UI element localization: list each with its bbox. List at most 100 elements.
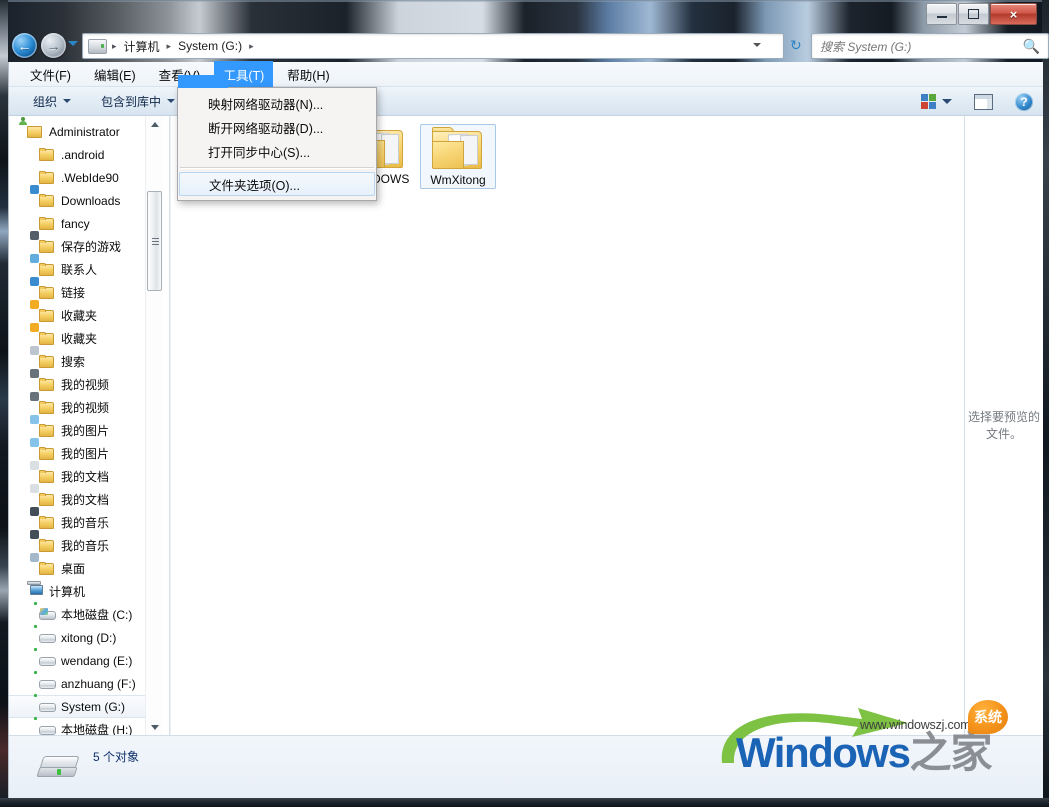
menu-file[interactable]: 文件(F) bbox=[21, 61, 80, 88]
menu-item-map-network-drive[interactable]: 映射网络驱动器(N)... bbox=[178, 91, 376, 115]
drive-icon bbox=[88, 39, 107, 54]
sidebar-item-23[interactable]: wendang (E:) bbox=[9, 649, 157, 672]
sidebar-item-label: 桌面 bbox=[61, 560, 85, 577]
sidebar-item-label: 搜索 bbox=[61, 353, 85, 370]
breadcrumb-computer[interactable]: 计算机 bbox=[122, 38, 162, 55]
minimize-button[interactable] bbox=[926, 3, 957, 25]
desktop-folder-icon bbox=[39, 562, 55, 576]
sidebar-item-label: 我的图片 bbox=[61, 422, 109, 439]
file-item[interactable]: WmXitong bbox=[420, 124, 496, 189]
toolbar: 组织 包含到库中 ? bbox=[9, 87, 1043, 116]
links-folder-icon bbox=[39, 286, 55, 300]
sidebar-item-1[interactable]: .android bbox=[9, 143, 157, 166]
user-folder-icon bbox=[27, 125, 43, 139]
music-folder-icon bbox=[39, 516, 55, 530]
breadcrumb-separator[interactable]: ▸ bbox=[244, 41, 259, 52]
chevron-down-icon[interactable] bbox=[942, 99, 952, 104]
navigation-scrollbar[interactable] bbox=[145, 116, 163, 736]
menu-item-folder-options[interactable]: 文件夹选项(O)... bbox=[179, 172, 375, 196]
organize-label: 组织 bbox=[33, 93, 57, 110]
menu-help[interactable]: 帮助(H) bbox=[278, 61, 338, 88]
view-layout-icon[interactable] bbox=[921, 94, 936, 109]
sidebar-item-0[interactable]: Administrator bbox=[9, 120, 157, 143]
include-in-library-label: 包含到库中 bbox=[101, 93, 161, 110]
recent-locations-button[interactable] bbox=[68, 41, 78, 46]
organize-button[interactable]: 组织 bbox=[25, 90, 79, 113]
pictures-folder-icon bbox=[39, 424, 55, 438]
folder-icon bbox=[39, 217, 55, 231]
breadcrumb-separator[interactable]: ▸ bbox=[162, 41, 177, 52]
maximize-icon bbox=[968, 9, 979, 19]
address-bar-row: ← → ▸ 计算机 ▸ System (G:) ▸ ↻ 搜索 System (G… bbox=[8, 30, 1042, 60]
sidebar-item-22[interactable]: xitong (D:) bbox=[9, 626, 157, 649]
breadcrumb-system-g[interactable]: System (G:) bbox=[176, 39, 244, 53]
back-arrow-icon: ← bbox=[12, 33, 37, 58]
folder-icon bbox=[39, 148, 55, 162]
chevron-down-icon bbox=[167, 99, 175, 103]
menu-item-open-sync-center[interactable]: 打开同步中心(S)... bbox=[178, 139, 376, 163]
sidebar-item-label: 我的文档 bbox=[61, 468, 109, 485]
file-list-pane[interactable]: Documents and SettingsProgram FilesWINDO… bbox=[170, 116, 965, 736]
close-button[interactable]: × bbox=[990, 3, 1037, 25]
back-button[interactable]: ← bbox=[12, 33, 37, 58]
help-icon[interactable]: ? bbox=[1015, 93, 1033, 111]
sidebar-item-label: 我的音乐 bbox=[61, 537, 109, 554]
documents-folder-icon bbox=[39, 493, 55, 507]
saved-games-folder-icon bbox=[39, 240, 55, 254]
videos-folder-icon bbox=[39, 401, 55, 415]
sidebar-item-label: 联系人 bbox=[61, 261, 97, 278]
pictures-folder-icon bbox=[39, 447, 55, 461]
drive-icon bbox=[39, 677, 55, 691]
search-box[interactable]: 搜索 System (G:) 🔍 bbox=[811, 33, 1049, 59]
file-name: WmXitong bbox=[421, 173, 495, 188]
preview-pane-icon[interactable] bbox=[974, 94, 993, 110]
tools-dropdown-menu[interactable]: 映射网络驱动器(N)... 断开网络驱动器(D)... 打开同步中心(S)...… bbox=[177, 87, 377, 201]
window-controls: × bbox=[925, 3, 1037, 25]
scroll-down-button[interactable] bbox=[146, 719, 163, 736]
contacts-folder-icon bbox=[39, 263, 55, 277]
drive-icon bbox=[39, 654, 55, 668]
sidebar-item-label: 保存的游戏 bbox=[61, 238, 121, 255]
chevron-up-icon bbox=[151, 122, 159, 127]
forward-button[interactable]: → bbox=[41, 33, 66, 58]
window-right-edge bbox=[1042, 0, 1049, 798]
sidebar-item-26[interactable]: 本地磁盘 (H:) bbox=[9, 718, 157, 736]
sidebar-item-3[interactable]: Downloads bbox=[9, 189, 157, 212]
scrollbar-thumb[interactable] bbox=[147, 191, 162, 291]
music-folder-icon bbox=[39, 539, 55, 553]
include-in-library-button[interactable]: 包含到库中 bbox=[93, 90, 183, 113]
refresh-button[interactable]: ↻ bbox=[790, 37, 806, 53]
menu-edit[interactable]: 编辑(E) bbox=[85, 61, 145, 88]
sidebar-item-25[interactable]: System (G:) bbox=[9, 695, 157, 718]
sidebar-item-21[interactable]: 本地磁盘 (C:) bbox=[9, 603, 157, 626]
sidebar-item-label: Downloads bbox=[61, 194, 120, 208]
sidebar-item-label: anzhuang (F:) bbox=[61, 677, 136, 691]
sidebar-item-label: 本地磁盘 (H:) bbox=[61, 721, 132, 736]
address-dropdown-icon[interactable] bbox=[753, 43, 761, 47]
sidebar-item-24[interactable]: anzhuang (F:) bbox=[9, 672, 157, 695]
sidebar-item-label: xitong (D:) bbox=[61, 631, 116, 645]
sidebar-item-20[interactable]: 计算机 bbox=[9, 580, 157, 603]
favorites-folder-icon bbox=[39, 332, 55, 346]
scroll-up-button[interactable] bbox=[146, 116, 163, 133]
sidebar-item-label: System (G:) bbox=[61, 700, 125, 714]
address-bar[interactable]: ▸ 计算机 ▸ System (G:) ▸ bbox=[82, 33, 784, 59]
window-bottom-edge bbox=[0, 798, 1049, 807]
sidebar-item-label: Administrator bbox=[49, 125, 120, 139]
drive-icon bbox=[37, 754, 81, 784]
search-input[interactable]: 搜索 System (G:) bbox=[820, 38, 911, 55]
status-object-count: 5 个对象 bbox=[93, 748, 139, 765]
favorites-folder-icon bbox=[39, 309, 55, 323]
sidebar-item-label: fancy bbox=[61, 217, 90, 231]
folder-icon bbox=[430, 125, 486, 171]
search-icon: 🔍 bbox=[1023, 38, 1040, 55]
sidebar-item-label: 本地磁盘 (C:) bbox=[61, 606, 132, 623]
sidebar-item-label: wendang (E:) bbox=[61, 654, 132, 668]
maximize-button[interactable] bbox=[958, 3, 989, 25]
preview-message: 选择要预览的文件。 bbox=[965, 409, 1043, 443]
drive-icon bbox=[39, 631, 55, 645]
menu-item-disconnect-network-drive[interactable]: 断开网络驱动器(D)... bbox=[178, 115, 376, 139]
status-bar: 5 个对象 bbox=[9, 735, 1043, 798]
system-drive-icon bbox=[39, 608, 55, 622]
sidebar-item-19[interactable]: 桌面 bbox=[9, 557, 157, 580]
